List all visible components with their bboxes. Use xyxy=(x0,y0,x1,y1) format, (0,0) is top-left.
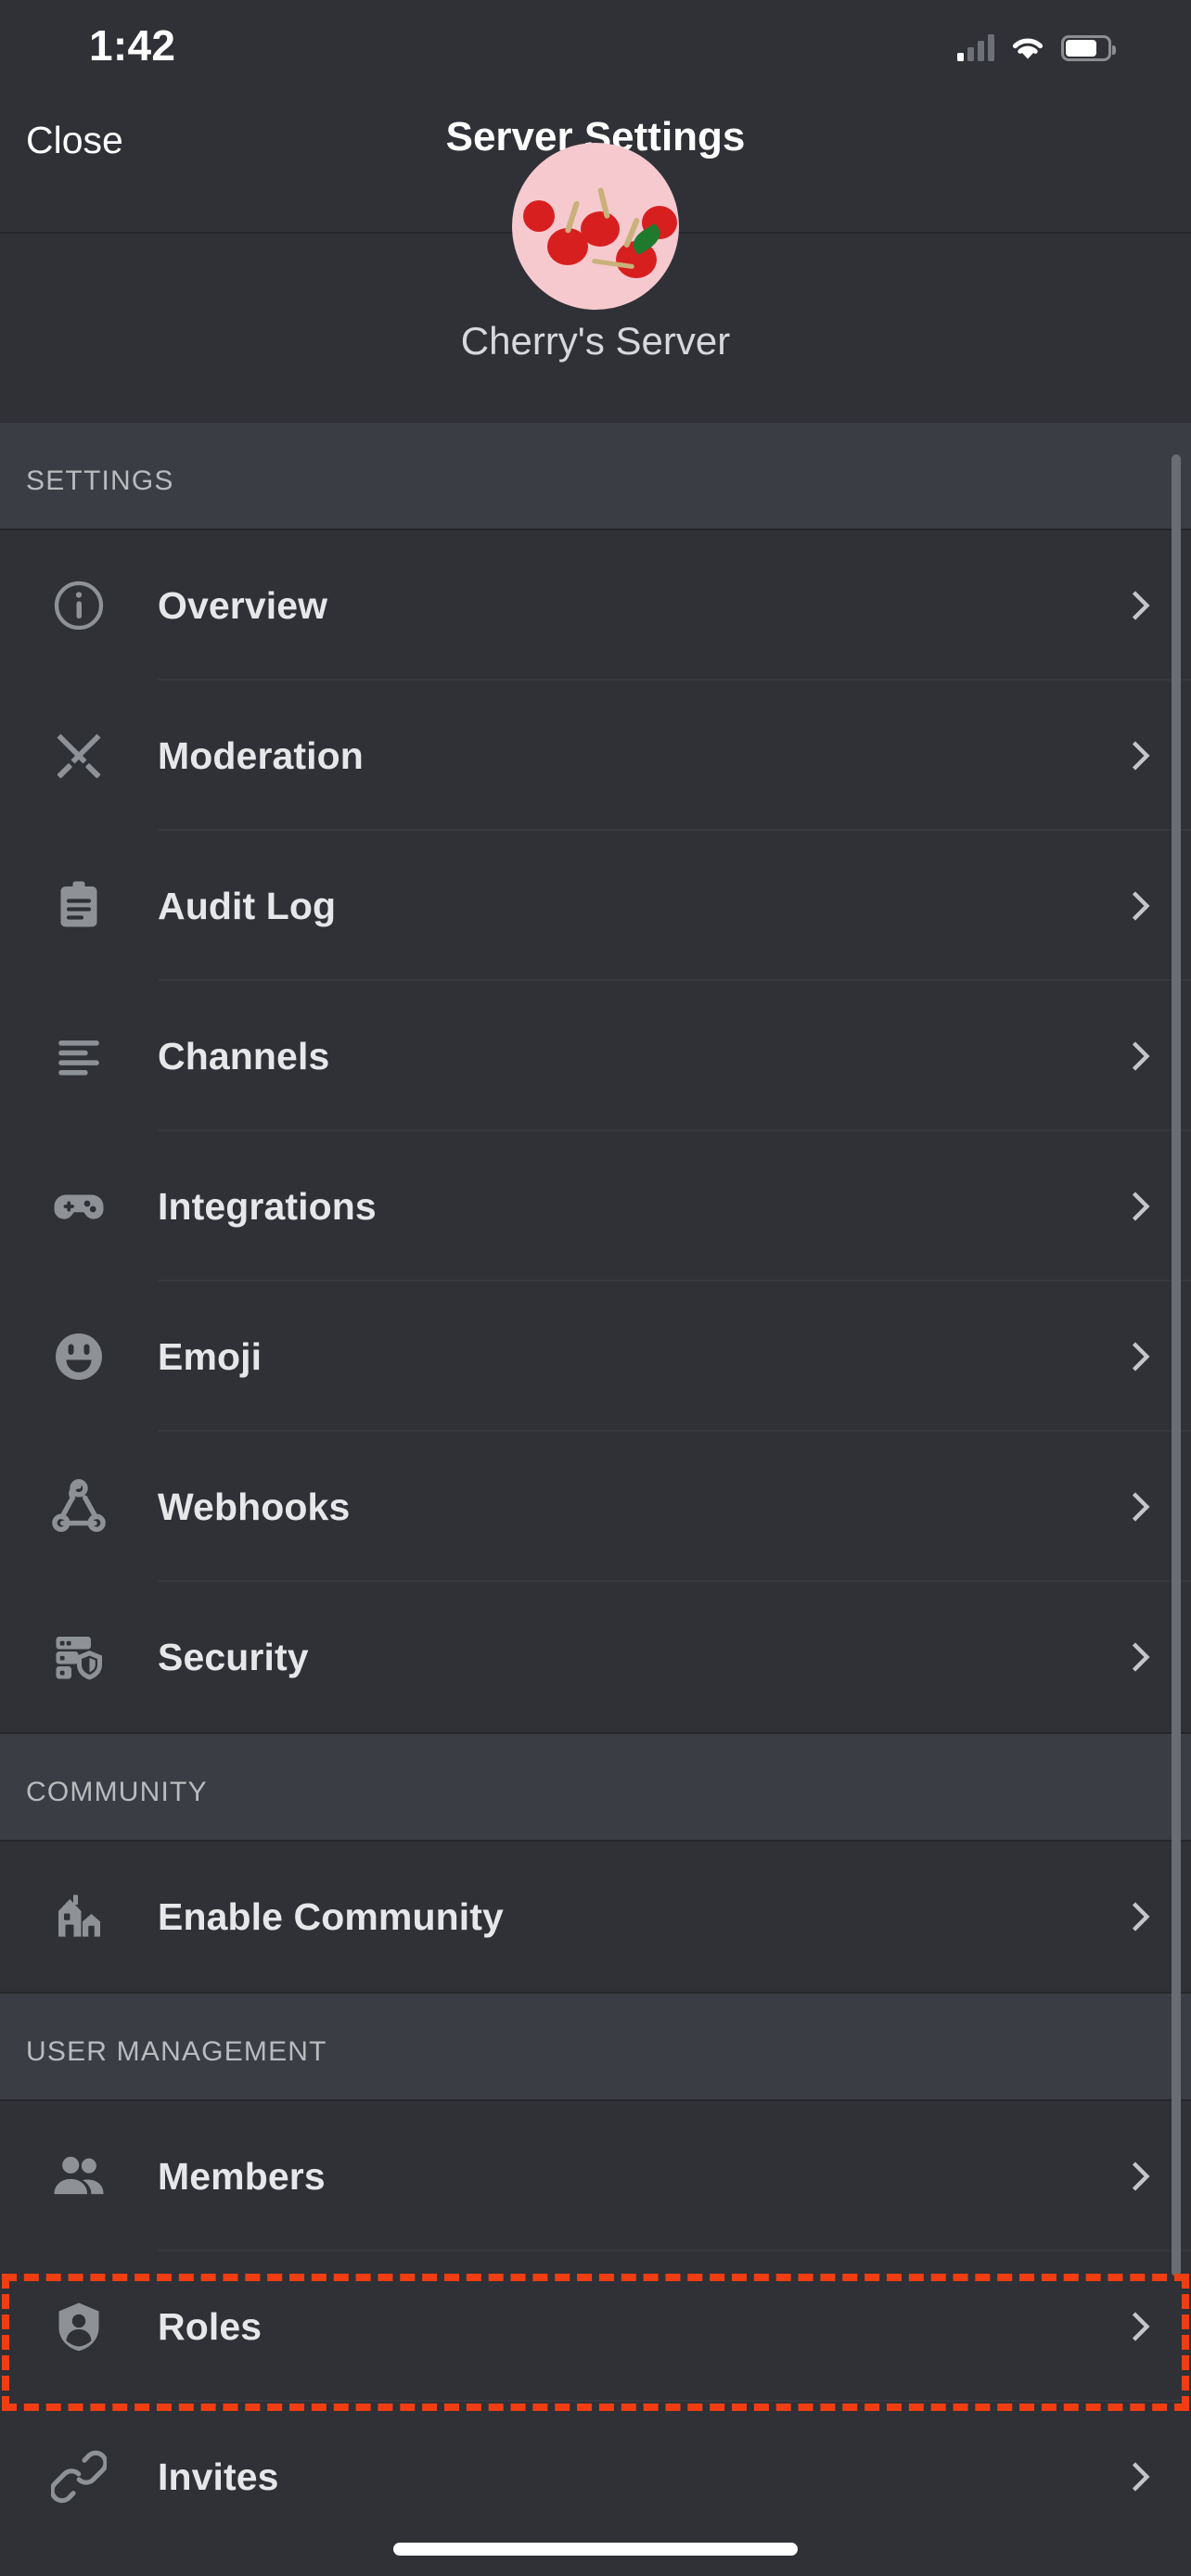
sidebar-item-label: Members xyxy=(158,2154,326,2198)
webhook-icon xyxy=(0,1432,158,1582)
houses-icon xyxy=(0,1842,158,1992)
sidebar-item-label: Integrations xyxy=(158,1184,377,1228)
sidebar-item-audit-log[interactable]: Audit Log xyxy=(0,831,1191,981)
community-group: Enable Community xyxy=(0,1842,1191,1994)
sidebar-item-invites[interactable]: Invites xyxy=(0,2402,1191,2552)
server-header: Cherry's Server xyxy=(0,143,1191,423)
status-bar: 1:42 xyxy=(0,0,1191,83)
settings-group: Overview Moderation Audit Log Channels I… xyxy=(0,530,1191,1734)
text-lines-icon xyxy=(0,981,158,1131)
vertical-scrollbar[interactable] xyxy=(1172,454,1181,2276)
wifi-icon xyxy=(1008,33,1047,61)
section-header-user-management: USER MANAGEMENT xyxy=(0,1994,1191,2101)
sidebar-item-roles[interactable]: Roles xyxy=(0,2251,1191,2402)
signal-bars-icon xyxy=(957,33,994,61)
people-icon xyxy=(0,2101,158,2251)
gamepad-icon xyxy=(0,1131,158,1282)
shield-person-icon xyxy=(0,2251,158,2402)
battery-icon xyxy=(1061,35,1116,61)
server-name: Cherry's Server xyxy=(460,319,731,363)
user-management-group: Members Roles Invites xyxy=(0,2101,1191,2552)
sidebar-item-label: Audit Log xyxy=(158,884,337,927)
clipboard-icon xyxy=(0,831,158,981)
sidebar-item-emoji[interactable]: Emoji xyxy=(0,1282,1191,1432)
sidebar-item-label: Enable Community xyxy=(158,1894,504,1938)
section-header-settings: SETTINGS xyxy=(0,423,1191,530)
sidebar-item-integrations[interactable]: Integrations xyxy=(0,1131,1191,1282)
chevron-right-icon xyxy=(1089,2458,1191,2495)
sidebar-item-label: Roles xyxy=(158,2304,263,2348)
sidebar-item-security[interactable]: Security xyxy=(0,1582,1191,1732)
smiley-face-icon xyxy=(0,1282,158,1432)
link-chain-icon xyxy=(0,2402,158,2552)
sidebar-item-webhooks[interactable]: Webhooks xyxy=(0,1432,1191,1582)
sidebar-item-label: Emoji xyxy=(158,1334,263,1378)
status-bar-clock: 1:42 xyxy=(89,21,176,70)
sidebar-item-members[interactable]: Members xyxy=(0,2101,1191,2251)
server-avatar[interactable] xyxy=(512,143,679,310)
info-circle-icon xyxy=(0,530,158,681)
sidebar-item-label: Overview xyxy=(158,583,328,627)
home-indicator xyxy=(393,2543,798,2556)
chevron-right-icon xyxy=(1089,2308,1191,2345)
sidebar-item-channels[interactable]: Channels xyxy=(0,981,1191,1131)
sidebar-item-label: Moderation xyxy=(158,733,364,777)
sidebar-item-label: Invites xyxy=(158,2455,279,2498)
section-header-community: COMMUNITY xyxy=(0,1734,1191,1842)
sidebar-item-overview[interactable]: Overview xyxy=(0,530,1191,681)
sidebar-item-moderation[interactable]: Moderation xyxy=(0,681,1191,831)
crossed-swords-icon xyxy=(0,681,158,831)
server-shield-icon xyxy=(0,1582,158,1732)
settings-list[interactable]: SETTINGS Overview Moderation Audit Log C… xyxy=(0,423,1191,2576)
sidebar-item-label: Channels xyxy=(158,1034,330,1078)
status-bar-indicators xyxy=(957,24,1116,61)
sidebar-item-enable-community[interactable]: Enable Community xyxy=(0,1842,1191,1992)
sidebar-item-label: Security xyxy=(158,1635,309,1678)
sidebar-item-label: Webhooks xyxy=(158,1485,351,1528)
discord-server-settings-screen: 1:42 Close Server Settings Cherry's Serv… xyxy=(0,0,1191,2576)
